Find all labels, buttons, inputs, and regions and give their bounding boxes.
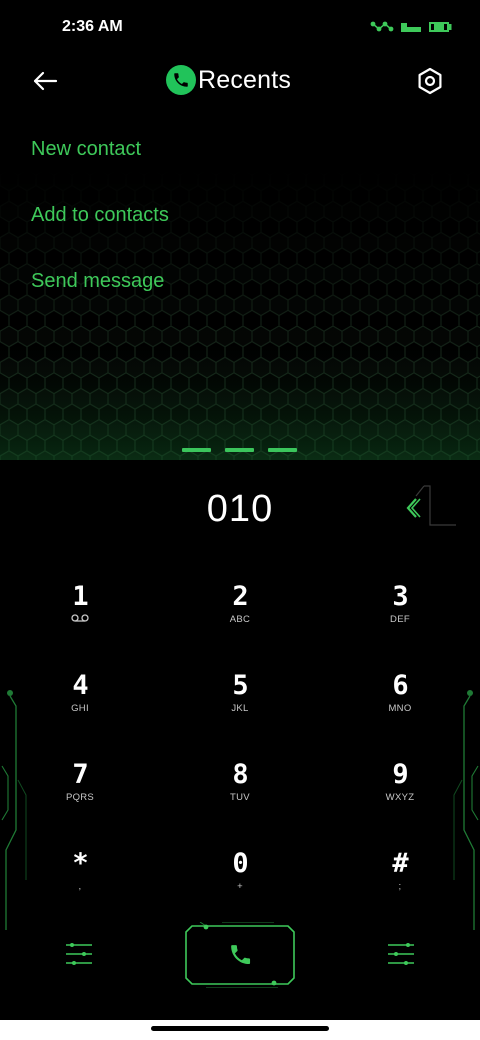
- page-dot: [182, 448, 211, 452]
- key-8[interactable]: 8 TUV: [185, 760, 295, 830]
- settings-button[interactable]: [416, 67, 444, 95]
- key-5[interactable]: 5 JKL: [185, 671, 295, 741]
- menu-lines-icon: [388, 943, 414, 965]
- key-digit: 3: [392, 581, 408, 612]
- key-letters: TUV: [230, 792, 250, 803]
- key-letters: ,: [78, 881, 82, 892]
- signal-icon: [401, 23, 421, 32]
- backspace-icon: [406, 485, 456, 526]
- key-letters: PQRS: [65, 792, 95, 803]
- new-contact-link[interactable]: New contact: [31, 138, 141, 161]
- key-0[interactable]: 0 +: [185, 849, 295, 919]
- call-button[interactable]: [184, 922, 296, 988]
- phone-icon: [231, 945, 251, 965]
- arrow-left-icon: [33, 71, 58, 91]
- key-digit: 5: [232, 670, 248, 701]
- key-letters: GHI: [71, 703, 89, 714]
- key-letters: ABC: [229, 614, 251, 625]
- header: Recents: [0, 52, 480, 112]
- key-digit: *: [72, 848, 88, 879]
- page-title: Recents: [198, 65, 292, 94]
- key-2[interactable]: 2 ABC: [185, 582, 295, 652]
- key-letters: DEF: [390, 614, 410, 625]
- status-icons: [370, 20, 452, 34]
- status-time: 2:36 AM: [62, 18, 123, 35]
- battery-icon: [429, 22, 452, 32]
- phone-logo-icon: [166, 65, 196, 95]
- key-3[interactable]: 3 DEF: [345, 582, 455, 652]
- key-letters: MNO: [388, 703, 412, 714]
- menu-lines-icon: [66, 943, 92, 965]
- key-letters: JKL: [231, 703, 249, 714]
- key-letters: ;: [398, 881, 402, 892]
- key-star[interactable]: * ,: [25, 849, 135, 919]
- page-indicator: [182, 448, 297, 452]
- key-digit: 0: [232, 848, 248, 879]
- key-digit: 1: [72, 581, 88, 612]
- key-digit: 6: [392, 670, 408, 701]
- send-message-link[interactable]: Send message: [31, 270, 164, 293]
- key-digit: 9: [392, 759, 408, 790]
- key-letters: WXYZ: [385, 792, 415, 803]
- hexagon-settings-icon: [418, 67, 442, 95]
- voicemail-icon: [25, 614, 135, 625]
- page-title-group: Recents: [166, 65, 291, 95]
- key-6[interactable]: 6 MNO: [345, 671, 455, 741]
- key-digit: 8: [232, 759, 248, 790]
- backspace-button[interactable]: [400, 483, 458, 533]
- add-to-contacts-link[interactable]: Add to contacts: [31, 204, 169, 227]
- key-hash[interactable]: # ;: [345, 849, 455, 919]
- wifi-icon: [370, 21, 394, 32]
- page-dot: [268, 448, 297, 452]
- key-digit: 2: [232, 581, 248, 612]
- menu-right-button[interactable]: [386, 940, 416, 970]
- key-letters: +: [237, 881, 243, 892]
- key-7[interactable]: 7 PQRS: [25, 760, 135, 830]
- key-digit: #: [392, 848, 408, 879]
- menu-left-button[interactable]: [64, 940, 94, 970]
- key-1[interactable]: 1: [25, 582, 135, 652]
- key-digit: 4: [72, 670, 88, 701]
- key-9[interactable]: 9 WXYZ: [345, 760, 455, 830]
- page-dot: [225, 448, 254, 452]
- home-indicator[interactable]: [151, 1026, 329, 1031]
- status-bar: 2:36 AM: [0, 0, 480, 52]
- key-4[interactable]: 4 GHI: [25, 671, 135, 741]
- back-button[interactable]: [28, 66, 62, 96]
- key-digit: 7: [72, 759, 88, 790]
